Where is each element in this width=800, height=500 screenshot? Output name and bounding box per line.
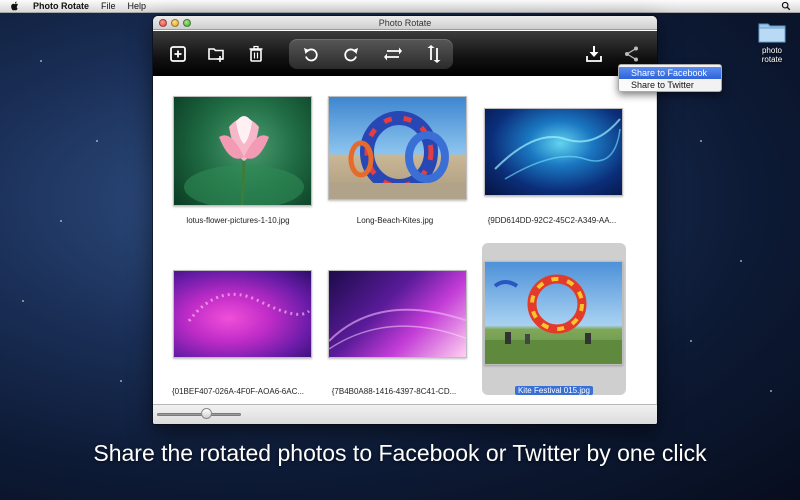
photo-item[interactable]: {7B4B0A88-1416-4397-8C41-CD...	[318, 259, 467, 411]
photo-thumbnail[interactable]	[484, 108, 623, 196]
photo-grid: lotus-flower-pictures-1-10.jpg Long-Beac…	[153, 76, 657, 404]
photo-item[interactable]: Long-Beach-Kites.jpg	[318, 92, 467, 244]
menu-bar: Photo Rotate File Help	[0, 0, 800, 13]
star	[690, 340, 692, 342]
photo-caption: {7B4B0A88-1416-4397-8C41-CD...	[331, 387, 457, 396]
star	[40, 60, 42, 62]
photo-thumbnail[interactable]	[328, 96, 467, 200]
share-to-facebook-item[interactable]: Share to Facebook	[619, 67, 721, 79]
star	[60, 220, 62, 222]
photo-caption: Long-Beach-Kites.jpg	[356, 216, 434, 225]
star	[22, 300, 24, 302]
photo-thumbnail[interactable]	[484, 261, 623, 365]
toolbar	[153, 31, 657, 76]
spotlight-search-icon[interactable]	[781, 1, 792, 12]
star	[740, 260, 742, 262]
star	[700, 140, 702, 142]
add-folder-icon[interactable]	[205, 43, 227, 65]
share-menu: Share to Facebook Share to Twitter	[618, 64, 722, 92]
photo-caption-selected: Kite Festival 015.jpg	[482, 386, 626, 395]
desktop-folder[interactable]: photo rotate	[754, 20, 790, 64]
app-window: Photo Rotate lotus-flower-pictures-1-10.…	[153, 16, 657, 424]
flip-horizontal-icon[interactable]	[382, 43, 404, 65]
zoom-slider-knob[interactable]	[200, 408, 212, 419]
add-photo-icon[interactable]	[167, 43, 189, 65]
menu-file[interactable]: File	[101, 1, 116, 11]
star	[96, 140, 98, 142]
trash-icon[interactable]	[245, 43, 267, 65]
photo-caption: lotus-flower-pictures-1-10.jpg	[186, 216, 290, 225]
promo-tagline: Share the rotated photos to Facebook or …	[93, 440, 707, 466]
rotate-right-icon[interactable]	[340, 43, 362, 65]
photo-caption: {9DD614DD-92C2-45C2-A349-AA...	[487, 216, 617, 225]
window-title: Photo Rotate	[378, 18, 432, 28]
folder-label: photo rotate	[761, 46, 783, 64]
photo-thumbnail[interactable]	[173, 96, 312, 206]
apple-icon[interactable]	[10, 1, 21, 12]
title-bar: Photo Rotate	[153, 16, 657, 30]
share-to-twitter-item[interactable]: Share to Twitter	[619, 79, 721, 91]
photo-thumbnail[interactable]	[173, 270, 312, 358]
photo-item[interactable]: {01BEF407-026A-4F0F-AOA6-6AC...	[162, 259, 312, 411]
bottom-bar	[153, 404, 657, 424]
rotate-left-icon[interactable]	[300, 43, 322, 65]
save-download-icon[interactable]	[583, 43, 605, 65]
star	[120, 380, 122, 382]
zoom-slider-track[interactable]	[157, 413, 241, 416]
photo-item[interactable]: lotus-flower-pictures-1-10.jpg	[162, 92, 312, 244]
photo-thumbnail[interactable]	[328, 270, 467, 358]
share-icon[interactable]	[621, 43, 643, 65]
folder-icon	[758, 20, 786, 44]
flip-vertical-icon[interactable]	[423, 43, 445, 65]
photo-item-selected[interactable]: Kite Festival 015.jpg	[482, 243, 626, 395]
photo-caption: {01BEF407-026A-4F0F-AOA6-6AC...	[171, 387, 305, 396]
menu-help[interactable]: Help	[128, 1, 147, 11]
photo-item[interactable]: {9DD614DD-92C2-45C2-A349-AA...	[475, 92, 623, 244]
star	[770, 390, 772, 392]
menu-app-name[interactable]: Photo Rotate	[33, 1, 89, 11]
